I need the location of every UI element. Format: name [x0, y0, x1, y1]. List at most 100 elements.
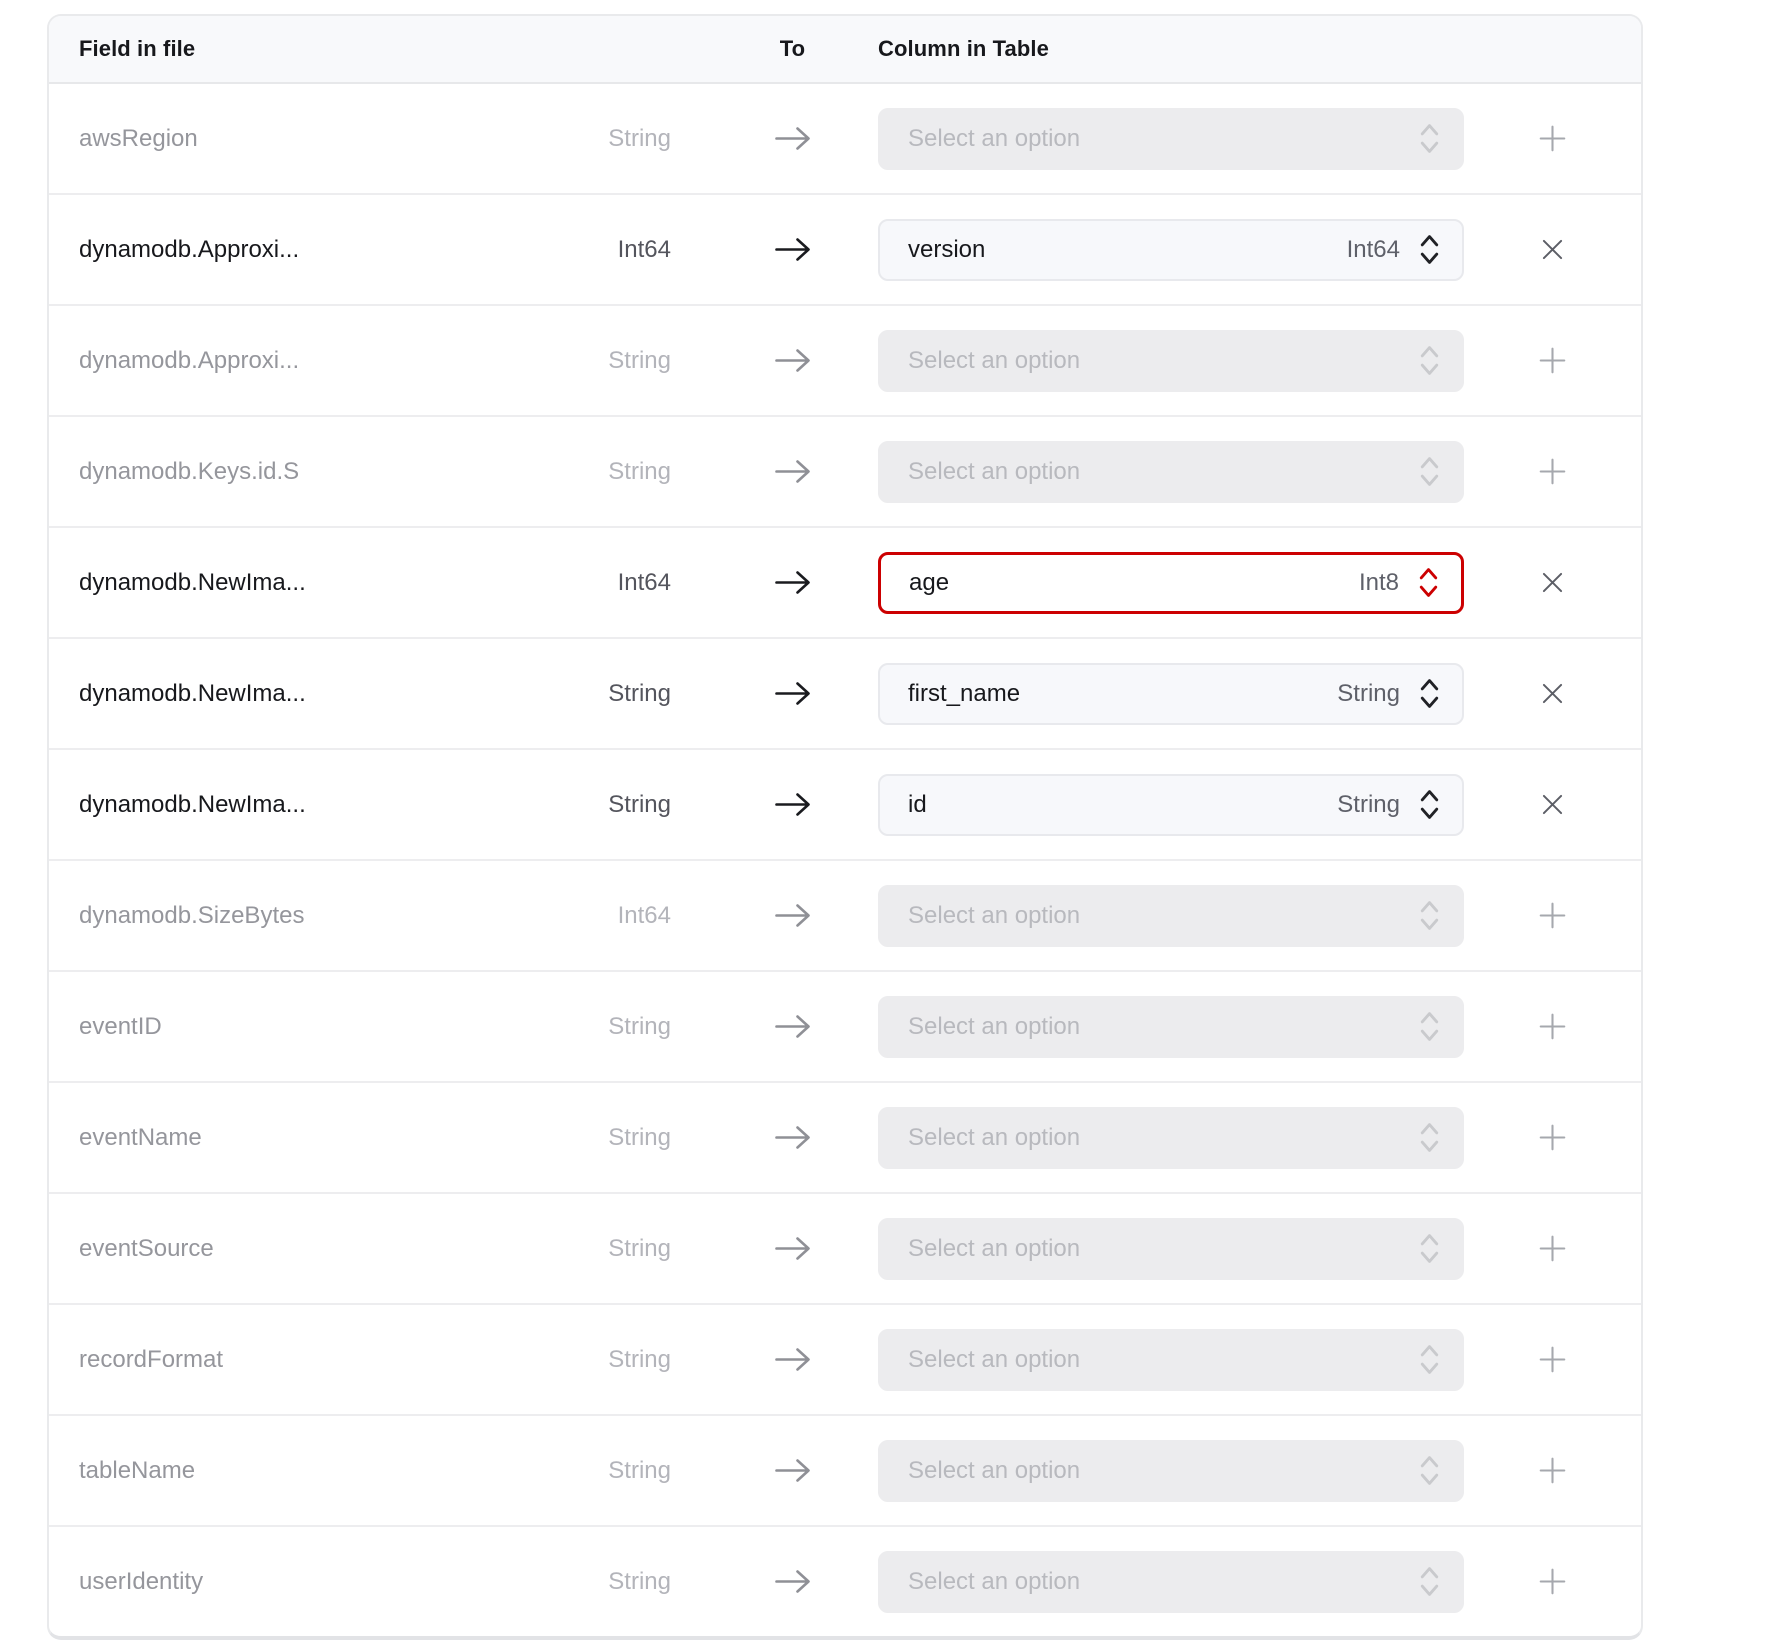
plus-icon	[1538, 457, 1567, 486]
arrow-right-icon	[774, 791, 812, 818]
column-select[interactable]: Select an option	[878, 1218, 1464, 1280]
table-row: eventSource String Select an option	[49, 1192, 1641, 1303]
chevron-up-down-icon	[1419, 899, 1440, 932]
field-name: dynamodb.SizeBytes	[79, 902, 304, 929]
arrow-right-icon	[774, 125, 812, 152]
table-row: tableName String Select an option	[49, 1414, 1641, 1525]
field-name: eventName	[79, 1124, 202, 1151]
chevron-up-down-icon	[1419, 1121, 1440, 1154]
field-name: dynamodb.NewIma...	[79, 791, 306, 818]
add-mapping-button[interactable]	[1528, 447, 1577, 496]
table-row: recordFormat String Select an option	[49, 1303, 1641, 1414]
field-type: Int64	[618, 569, 671, 596]
chevron-up-down-icon	[1419, 788, 1440, 821]
close-icon	[1540, 237, 1565, 262]
add-mapping-button[interactable]	[1528, 1113, 1577, 1162]
close-icon	[1540, 570, 1565, 595]
column-select[interactable]: version Int64	[878, 219, 1464, 281]
add-mapping-button[interactable]	[1528, 336, 1577, 385]
plus-icon	[1538, 346, 1567, 375]
column-select-value: Select an option	[908, 1124, 1400, 1152]
field-name: tableName	[79, 1457, 195, 1484]
chevron-up-down-icon	[1419, 1343, 1440, 1376]
add-mapping-button[interactable]	[1528, 114, 1577, 163]
chevron-up-down-icon	[1419, 344, 1440, 377]
column-select-value: Select an option	[908, 1568, 1400, 1596]
add-mapping-button[interactable]	[1528, 1224, 1577, 1273]
remove-mapping-button[interactable]	[1530, 671, 1575, 716]
field-mapping-table: Field in file To Column in Table awsRegi…	[47, 14, 1643, 1640]
arrow-right-icon	[774, 236, 812, 263]
field-type: String	[608, 1124, 671, 1151]
column-select[interactable]: Select an option	[878, 1551, 1464, 1613]
column-select[interactable]: Select an option	[878, 1107, 1464, 1169]
chevron-up-down-icon	[1419, 122, 1440, 155]
column-select-value: version	[908, 236, 1347, 264]
column-select-value: Select an option	[908, 347, 1400, 375]
plus-icon	[1538, 1123, 1567, 1152]
field-type: String	[608, 1235, 671, 1262]
column-select-value: Select an option	[908, 1346, 1400, 1374]
add-mapping-button[interactable]	[1528, 1335, 1577, 1384]
arrow-right-icon	[774, 680, 812, 707]
add-mapping-button[interactable]	[1528, 891, 1577, 940]
chevron-up-down-icon	[1419, 677, 1440, 710]
column-select[interactable]: Select an option	[878, 1440, 1464, 1502]
column-select-value: Select an option	[908, 1457, 1400, 1485]
column-select[interactable]: Select an option	[878, 1329, 1464, 1391]
table-body: awsRegion String Select an option	[49, 84, 1641, 1636]
column-select-value: Select an option	[908, 1013, 1400, 1041]
arrow-right-icon	[774, 569, 812, 596]
field-type: Int64	[618, 236, 671, 263]
chevron-up-down-icon	[1419, 1565, 1440, 1598]
column-select[interactable]: id String	[878, 774, 1464, 836]
header-column-in-table: Column in Table	[878, 36, 1464, 62]
table-row: dynamodb.NewIma... String id String	[49, 748, 1641, 859]
add-mapping-button[interactable]	[1528, 1446, 1577, 1495]
plus-icon	[1538, 1012, 1567, 1041]
arrow-right-icon	[774, 1124, 812, 1151]
field-type: String	[608, 1013, 671, 1040]
field-type: String	[608, 347, 671, 374]
table-row: dynamodb.NewIma... Int64 age Int8	[49, 526, 1641, 637]
column-select[interactable]: age Int8	[878, 552, 1464, 614]
column-select-value: Select an option	[908, 902, 1400, 930]
column-select-value: Select an option	[908, 458, 1400, 486]
column-select[interactable]: Select an option	[878, 885, 1464, 947]
field-type: String	[608, 1346, 671, 1373]
column-select[interactable]: Select an option	[878, 441, 1464, 503]
arrow-right-icon	[774, 1457, 812, 1484]
field-type: String	[608, 458, 671, 485]
remove-mapping-button[interactable]	[1530, 782, 1575, 827]
chevron-up-down-icon	[1419, 1454, 1440, 1487]
plus-icon	[1538, 1567, 1567, 1596]
field-name: eventSource	[79, 1235, 214, 1262]
field-name: userIdentity	[79, 1568, 203, 1595]
remove-mapping-button[interactable]	[1530, 227, 1575, 272]
column-select[interactable]: Select an option	[878, 108, 1464, 170]
field-name: dynamodb.Approxi...	[79, 347, 299, 374]
add-mapping-button[interactable]	[1528, 1557, 1577, 1606]
column-type-label: String	[1337, 680, 1400, 708]
header-to: To	[780, 36, 805, 62]
field-name: dynamodb.Keys.id.S	[79, 458, 299, 485]
remove-mapping-button[interactable]	[1530, 560, 1575, 605]
column-type-label: Int8	[1359, 569, 1399, 597]
field-type: String	[608, 1457, 671, 1484]
plus-icon	[1538, 1345, 1567, 1374]
field-name: awsRegion	[79, 125, 198, 152]
column-select[interactable]: first_name String	[878, 663, 1464, 725]
field-name: dynamodb.NewIma...	[79, 680, 306, 707]
column-select-value: id	[908, 791, 1337, 819]
close-icon	[1540, 681, 1565, 706]
arrow-right-icon	[774, 1235, 812, 1262]
field-type: String	[608, 791, 671, 818]
plus-icon	[1538, 901, 1567, 930]
arrow-right-icon	[774, 347, 812, 374]
field-type: String	[608, 680, 671, 707]
add-mapping-button[interactable]	[1528, 1002, 1577, 1051]
column-type-label: String	[1337, 791, 1400, 819]
column-select[interactable]: Select an option	[878, 996, 1464, 1058]
column-type-label: Int64	[1347, 236, 1400, 264]
column-select[interactable]: Select an option	[878, 330, 1464, 392]
